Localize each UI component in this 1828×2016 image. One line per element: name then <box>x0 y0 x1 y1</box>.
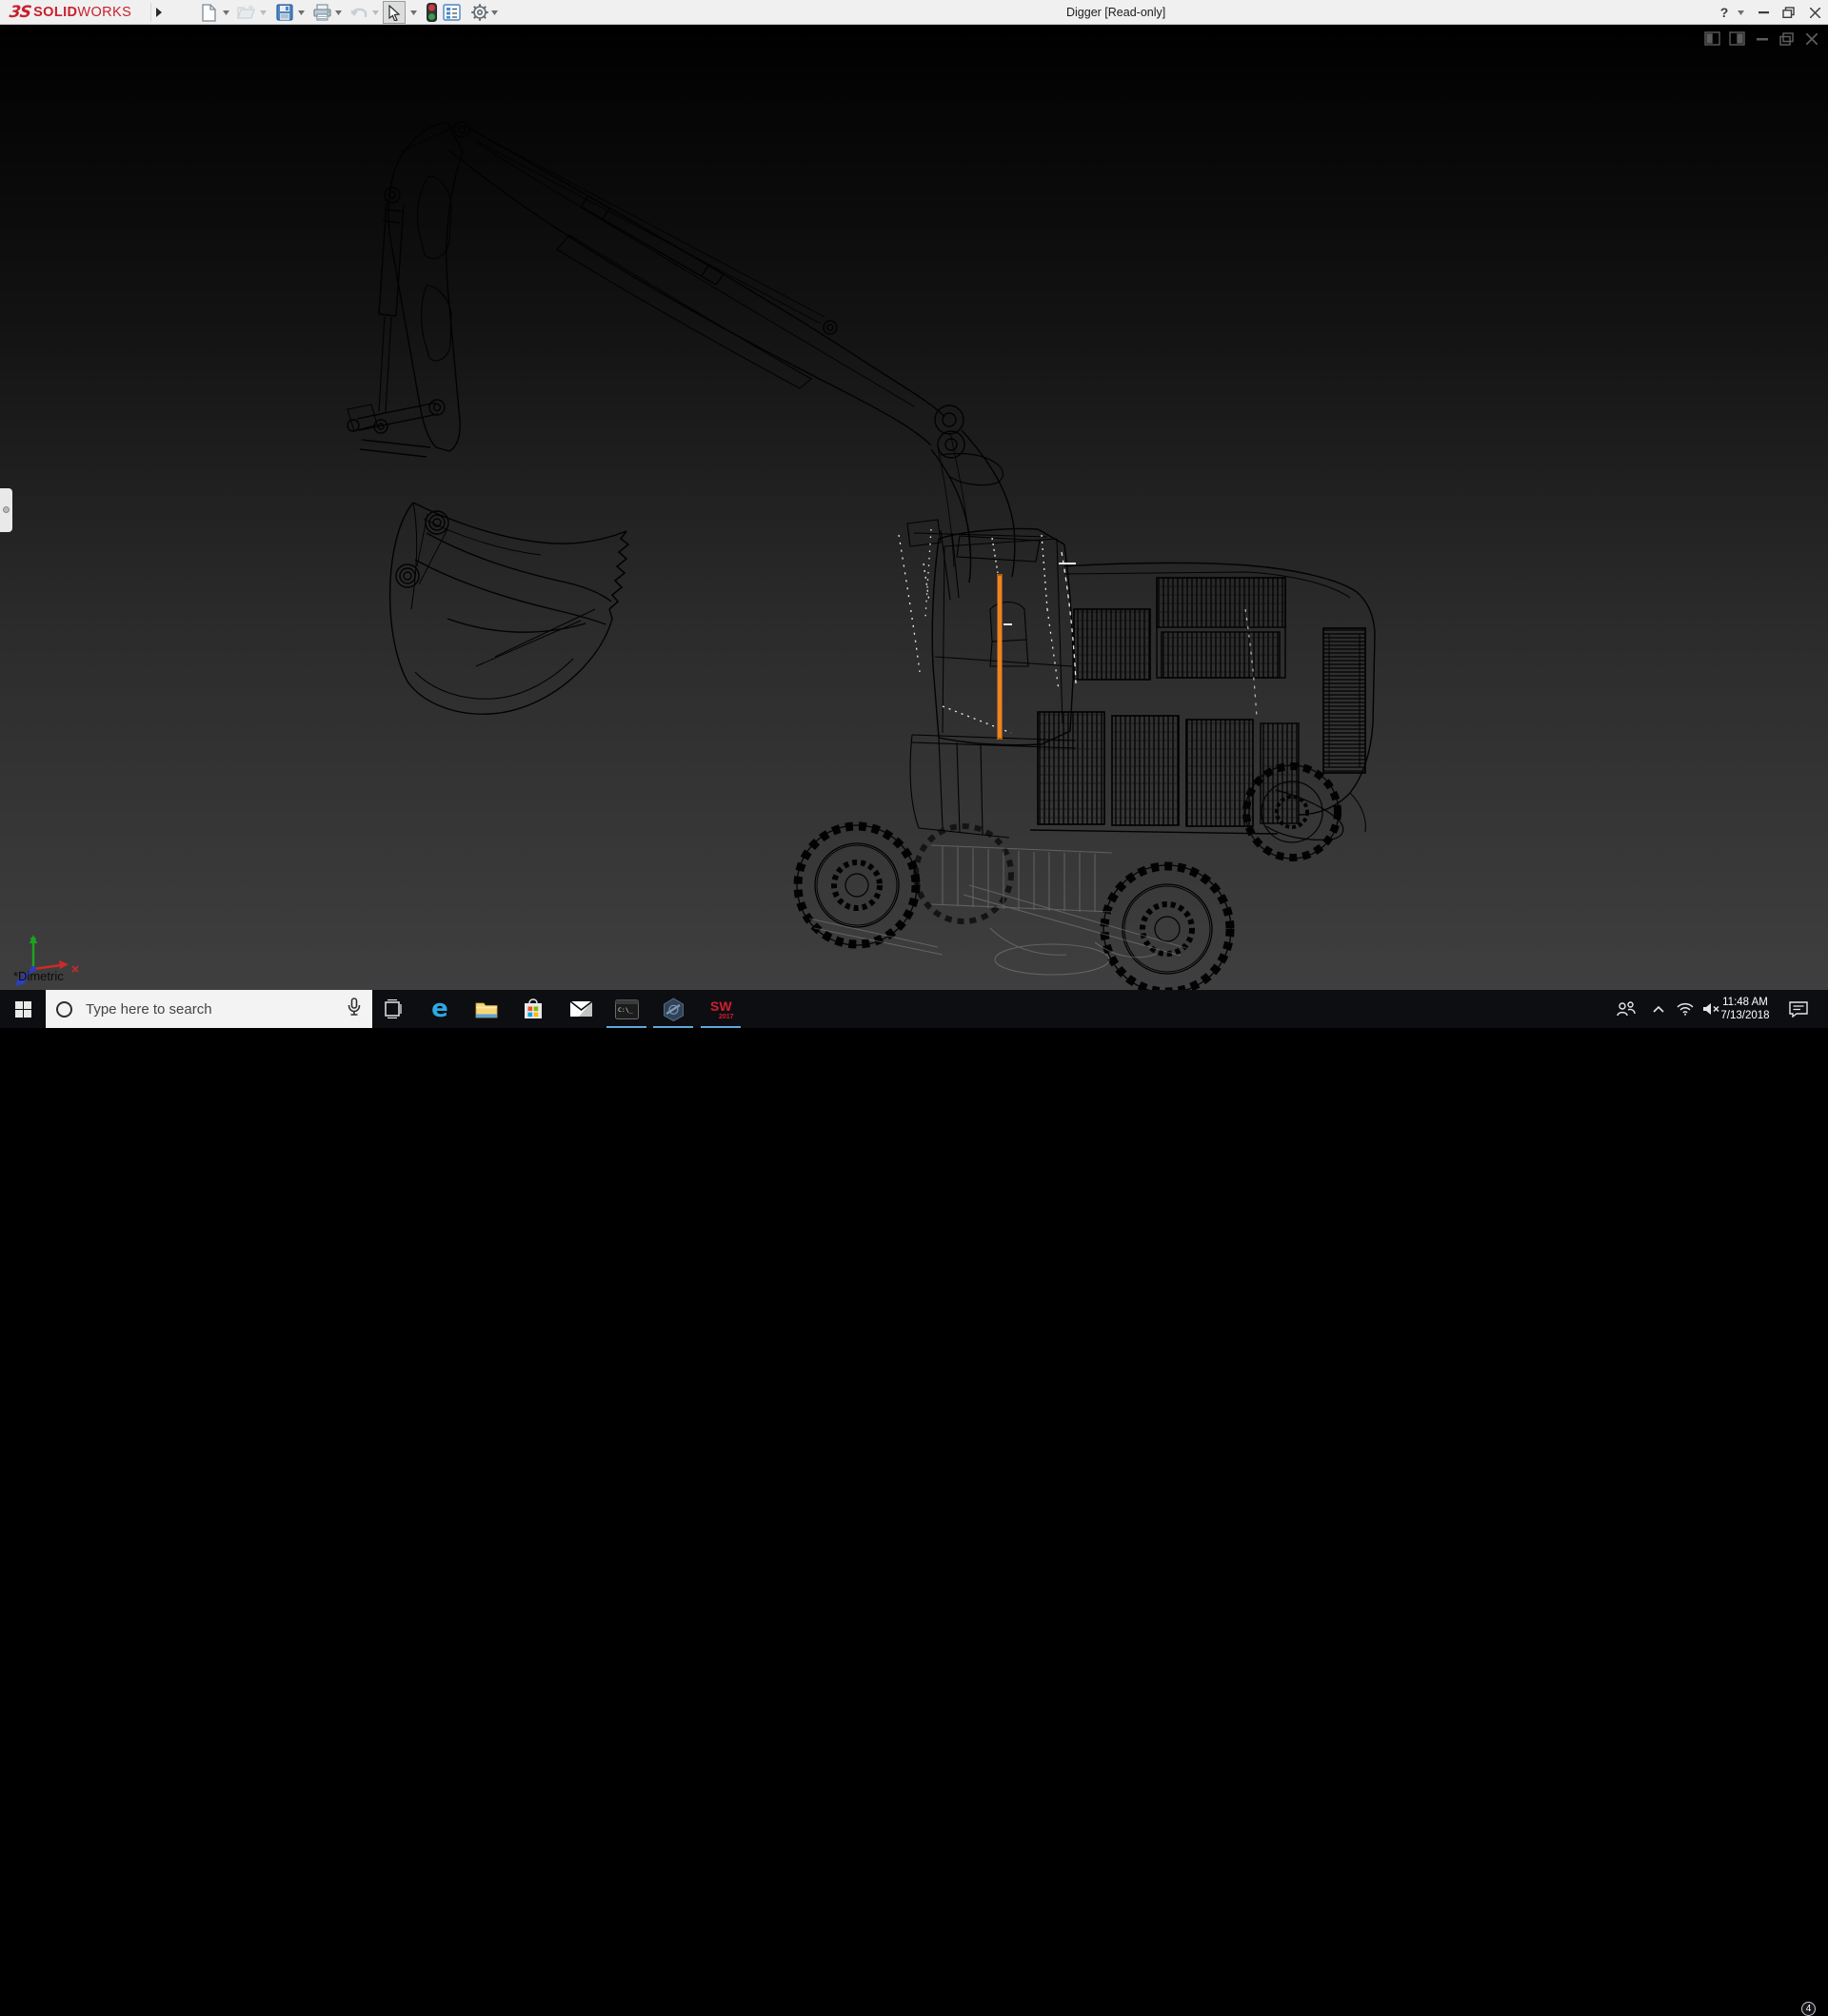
view-orientation-label: *Dimetric <box>13 969 64 983</box>
notification-count-badge: 4 <box>1801 2002 1816 2016</box>
file-explorer-icon[interactable] <box>464 990 509 1028</box>
body-group <box>907 520 1375 840</box>
solidworks-logo: 3S SOLIDWORKS <box>10 0 131 25</box>
logo-text-works: WORKS <box>77 5 131 20</box>
child-minimize-icon[interactable] <box>1753 30 1771 47</box>
tray-date: 7/13/2018 <box>1720 1009 1769 1022</box>
task-view-button[interactable] <box>370 990 416 1028</box>
cortana-icon <box>56 1001 72 1018</box>
restore-button[interactable] <box>1777 0 1799 25</box>
mail-icon[interactable] <box>558 990 604 1028</box>
hex-app-icon[interactable] <box>650 990 696 1028</box>
logo-text-solid: SOLID <box>33 5 77 20</box>
digger-wireframe-model[interactable] <box>0 25 1828 990</box>
panel-expand-dot-icon <box>3 506 10 513</box>
taskbar-search-input[interactable]: Type here to search <box>46 990 372 1028</box>
help-button[interactable]: ? <box>1714 0 1735 25</box>
window-title: Digger [Read-only] <box>1066 0 1165 25</box>
wifi-tray-icon[interactable] <box>1673 990 1698 1028</box>
child-close-icon[interactable] <box>1802 30 1820 47</box>
options-dropdown[interactable] <box>489 1 500 24</box>
tray-chevron-up-icon[interactable] <box>1647 990 1670 1028</box>
document-window-controls <box>1703 30 1820 47</box>
svg-text:e: e <box>431 997 448 1021</box>
menu-flyout-arrow-icon[interactable] <box>150 3 166 22</box>
taskbar: Type here to search e C:\_ SW 2017 <box>0 990 1828 1028</box>
title-bar: 3S SOLIDWORKS <box>0 0 1828 25</box>
start-button[interactable] <box>0 990 46 1028</box>
print-button[interactable] <box>310 1 333 24</box>
print-dropdown[interactable] <box>333 1 344 24</box>
selected-edge-group[interactable] <box>997 575 1003 739</box>
undo-dropdown[interactable] <box>370 1 381 24</box>
people-tray-icon[interactable] <box>1613 990 1639 1028</box>
tray-clock[interactable]: 11:48 AM 7/13/2018 <box>1712 990 1778 1028</box>
graphics-viewport[interactable]: *Dimetric <box>0 25 1828 990</box>
help-dropdown[interactable] <box>1735 0 1746 25</box>
svg-text:2017: 2017 <box>719 1014 734 1020</box>
solidworks-logo-mark-icon: 3S <box>9 3 32 22</box>
new-document-button[interactable] <box>197 1 220 24</box>
select-tool-dropdown[interactable] <box>408 1 419 24</box>
open-dropdown[interactable] <box>258 1 268 24</box>
store-icon[interactable] <box>510 990 556 1028</box>
command-prompt-icon[interactable]: C:\_ <box>604 990 649 1028</box>
bucket-group <box>390 503 628 714</box>
svg-text:SW: SW <box>710 998 732 1014</box>
undo-button[interactable] <box>348 1 370 24</box>
new-document-dropdown[interactable] <box>221 1 231 24</box>
select-tool-button[interactable] <box>383 1 406 24</box>
feature-panel-collapsed-tab[interactable] <box>0 488 12 532</box>
save-dropdown[interactable] <box>296 1 307 24</box>
solidworks-taskbar-icon[interactable]: SW 2017 <box>698 990 744 1028</box>
tray-time: 11:48 AM <box>1722 996 1768 1009</box>
properties-button[interactable] <box>440 1 463 24</box>
child-restore-icon[interactable] <box>1778 30 1796 47</box>
pane-left-icon[interactable] <box>1703 30 1721 47</box>
microphone-icon[interactable] <box>348 998 361 1020</box>
open-button[interactable] <box>235 1 258 24</box>
svg-text:C:\_: C:\_ <box>618 1006 633 1014</box>
action-center-icon[interactable] <box>1784 990 1813 1028</box>
pane-right-icon[interactable] <box>1728 30 1746 47</box>
close-button[interactable] <box>1803 0 1826 25</box>
search-placeholder: Type here to search <box>86 1001 348 1018</box>
edge-browser-icon[interactable]: e <box>417 990 463 1028</box>
minimize-button[interactable] <box>1752 0 1775 25</box>
save-button[interactable] <box>273 1 296 24</box>
options-gear-button[interactable] <box>468 1 491 24</box>
